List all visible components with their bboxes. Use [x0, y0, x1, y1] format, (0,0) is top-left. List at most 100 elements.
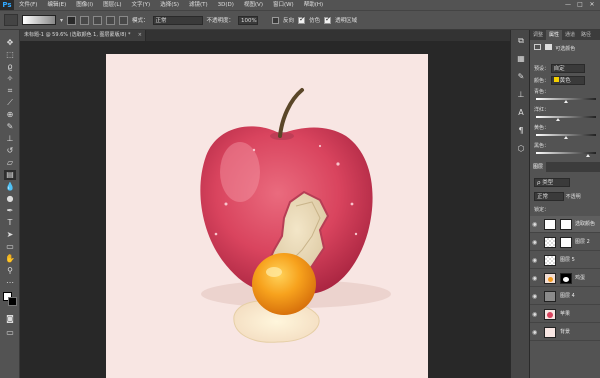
yellow-label: 黄色： [534, 125, 550, 131]
menu-select[interactable]: 选择(S) [155, 0, 184, 10]
layer-name: 图层 2 [575, 239, 590, 245]
dodge-tool-icon[interactable]: ● [4, 194, 16, 204]
move-tool-icon[interactable]: ✥ [4, 38, 16, 48]
tab-layers[interactable]: 图层 [530, 162, 547, 172]
brush-tool-icon[interactable]: ✎ [4, 122, 16, 132]
magenta-slider[interactable] [536, 116, 596, 118]
layer-row[interactable]: ◉ 背景 [530, 324, 600, 341]
eyedropper-tool-icon[interactable]: ⟋ [4, 98, 16, 108]
linear-gradient-button[interactable] [67, 15, 77, 25]
clone-stamp-tool-icon[interactable]: ⊥ [4, 134, 16, 144]
brush-panel-icon[interactable]: ✎ [516, 72, 526, 82]
magenta-slider-knob[interactable] [556, 118, 560, 121]
diamond-gradient-button[interactable] [119, 15, 129, 25]
zoom-tool-icon[interactable]: ⚲ [4, 266, 16, 276]
marquee-tool-icon[interactable]: ⬚ [4, 50, 16, 60]
history-panel-icon[interactable]: ⧉ [516, 36, 526, 46]
opacity-input[interactable]: 100% [238, 15, 259, 25]
quick-mask-icon[interactable]: ◙ [4, 314, 16, 324]
layer-mask-thumb[interactable] [560, 273, 572, 284]
gradient-swatch[interactable] [22, 15, 56, 25]
colors-select[interactable]: 黄色 [550, 76, 585, 85]
background-color-swatch[interactable] [8, 297, 17, 306]
background-layer-thumb [544, 327, 556, 338]
menu-file[interactable]: 文件(F) [14, 0, 42, 10]
tab-paths[interactable]: 路径 [578, 30, 594, 40]
swatches-panel-icon[interactable]: ▦ [516, 54, 526, 64]
menu-layer[interactable]: 图层(L) [98, 0, 126, 10]
path-selection-tool-icon[interactable]: ➤ [4, 230, 16, 240]
layer-row[interactable]: ◉ 鸡蛋 [530, 270, 600, 287]
healing-brush-tool-icon[interactable]: ⊕ [4, 110, 16, 120]
eye-icon[interactable]: ◉ [532, 293, 537, 300]
menu-edit[interactable]: 编辑(E) [42, 0, 71, 10]
layer-kind-filter[interactable]: ρ 类型 [534, 178, 570, 187]
tab-adjustments[interactable]: 调整 [530, 30, 546, 40]
reflected-gradient-button[interactable] [106, 15, 116, 25]
document-tab[interactable]: 未标题-1 @ 59.6% (选取颜色 1, 图层蒙版/8) * × [20, 30, 146, 41]
tool-preset-picker[interactable] [4, 14, 18, 26]
canvas-area[interactable] [20, 41, 510, 378]
chevron-down-icon[interactable]: ▾ [60, 17, 63, 24]
angle-gradient-button[interactable] [93, 15, 103, 25]
transparency-checkbox[interactable] [324, 15, 332, 24]
tab-channels[interactable]: 通道 [562, 30, 578, 40]
cyan-slider-knob[interactable] [564, 100, 568, 103]
eye-icon[interactable]: ◉ [532, 329, 537, 336]
layer-row[interactable]: ◉ 苹果 [530, 306, 600, 323]
document-canvas[interactable] [106, 54, 428, 378]
mode-select[interactable]: 正常 [152, 15, 203, 25]
layer-row[interactable]: ◉ 选取颜色 [530, 216, 600, 233]
type-tool-icon[interactable]: T [4, 218, 16, 228]
screen-mode-icon[interactable]: ▭ [4, 328, 16, 338]
menu-view[interactable]: 视图(V) [239, 0, 268, 10]
menu-filter[interactable]: 滤镜(T) [184, 0, 213, 10]
close-button[interactable]: ✕ [586, 0, 598, 10]
eye-icon[interactable]: ◉ [532, 275, 537, 282]
history-brush-tool-icon[interactable]: ↺ [4, 146, 16, 156]
crop-tool-icon[interactable]: ⌗ [4, 86, 16, 96]
layer-row[interactable]: ◉ 图层 5 [530, 252, 600, 269]
gradient-tool-icon[interactable]: ▤ [4, 170, 16, 180]
close-tab-icon[interactable]: × [138, 30, 142, 41]
blend-mode-select[interactable]: 正常 [534, 192, 564, 201]
menu-window[interactable]: 窗口(W) [268, 0, 299, 10]
character-panel-icon[interactable]: A [516, 108, 526, 118]
eraser-tool-icon[interactable]: ▱ [4, 158, 16, 168]
eye-icon[interactable]: ◉ [532, 311, 537, 318]
minimize-button[interactable]: — [562, 0, 574, 10]
blur-tool-icon[interactable]: 💧 [4, 182, 16, 192]
tab-properties[interactable]: 属性 [546, 30, 563, 40]
clone-source-panel-icon[interactable]: ⊥ [516, 90, 526, 100]
pen-tool-icon[interactable]: ✒ [4, 206, 16, 216]
yellow-slider-knob[interactable] [564, 136, 568, 139]
menu-3d[interactable]: 3D(D) [213, 0, 239, 10]
menu-help[interactable]: 帮助(H) [299, 0, 328, 10]
3d-panel-icon[interactable]: ⬡ [516, 144, 526, 154]
lasso-tool-icon[interactable]: ϱ [4, 62, 16, 72]
dither-checkbox[interactable] [298, 15, 306, 24]
paragraph-panel-icon[interactable]: ¶ [516, 126, 526, 136]
layer-mask-thumb[interactable] [560, 219, 572, 230]
transparency-label: 透明区域 [335, 18, 358, 24]
layers-panel-header: 图层 [530, 162, 600, 172]
eye-icon[interactable]: ◉ [532, 239, 537, 246]
layer-row[interactable]: ◉ 图层 2 [530, 234, 600, 251]
maximize-button[interactable]: □ [574, 0, 586, 10]
shape-tool-icon[interactable]: ▭ [4, 242, 16, 252]
black-slider-knob[interactable] [586, 154, 590, 157]
eye-icon[interactable]: ◉ [532, 257, 537, 264]
mask-icon[interactable] [544, 44, 552, 50]
hand-tool-icon[interactable]: ✋ [4, 254, 16, 264]
preset-select[interactable]: 自定 [550, 64, 585, 73]
reverse-checkbox[interactable] [272, 16, 280, 24]
eye-icon[interactable]: ◉ [532, 221, 537, 228]
magic-wand-tool-icon[interactable]: ✧ [4, 74, 16, 84]
layer-mask-thumb[interactable] [560, 237, 572, 248]
menu-type[interactable]: 文字(Y) [127, 0, 156, 10]
radial-gradient-button[interactable] [80, 15, 90, 25]
layer-row[interactable]: ◉ 图层 4 [530, 288, 600, 305]
menu-image[interactable]: 图像(I) [71, 0, 98, 10]
layer-opacity-label: 不透明 [565, 194, 581, 200]
more-tools-icon[interactable]: ⋯ [4, 278, 16, 288]
